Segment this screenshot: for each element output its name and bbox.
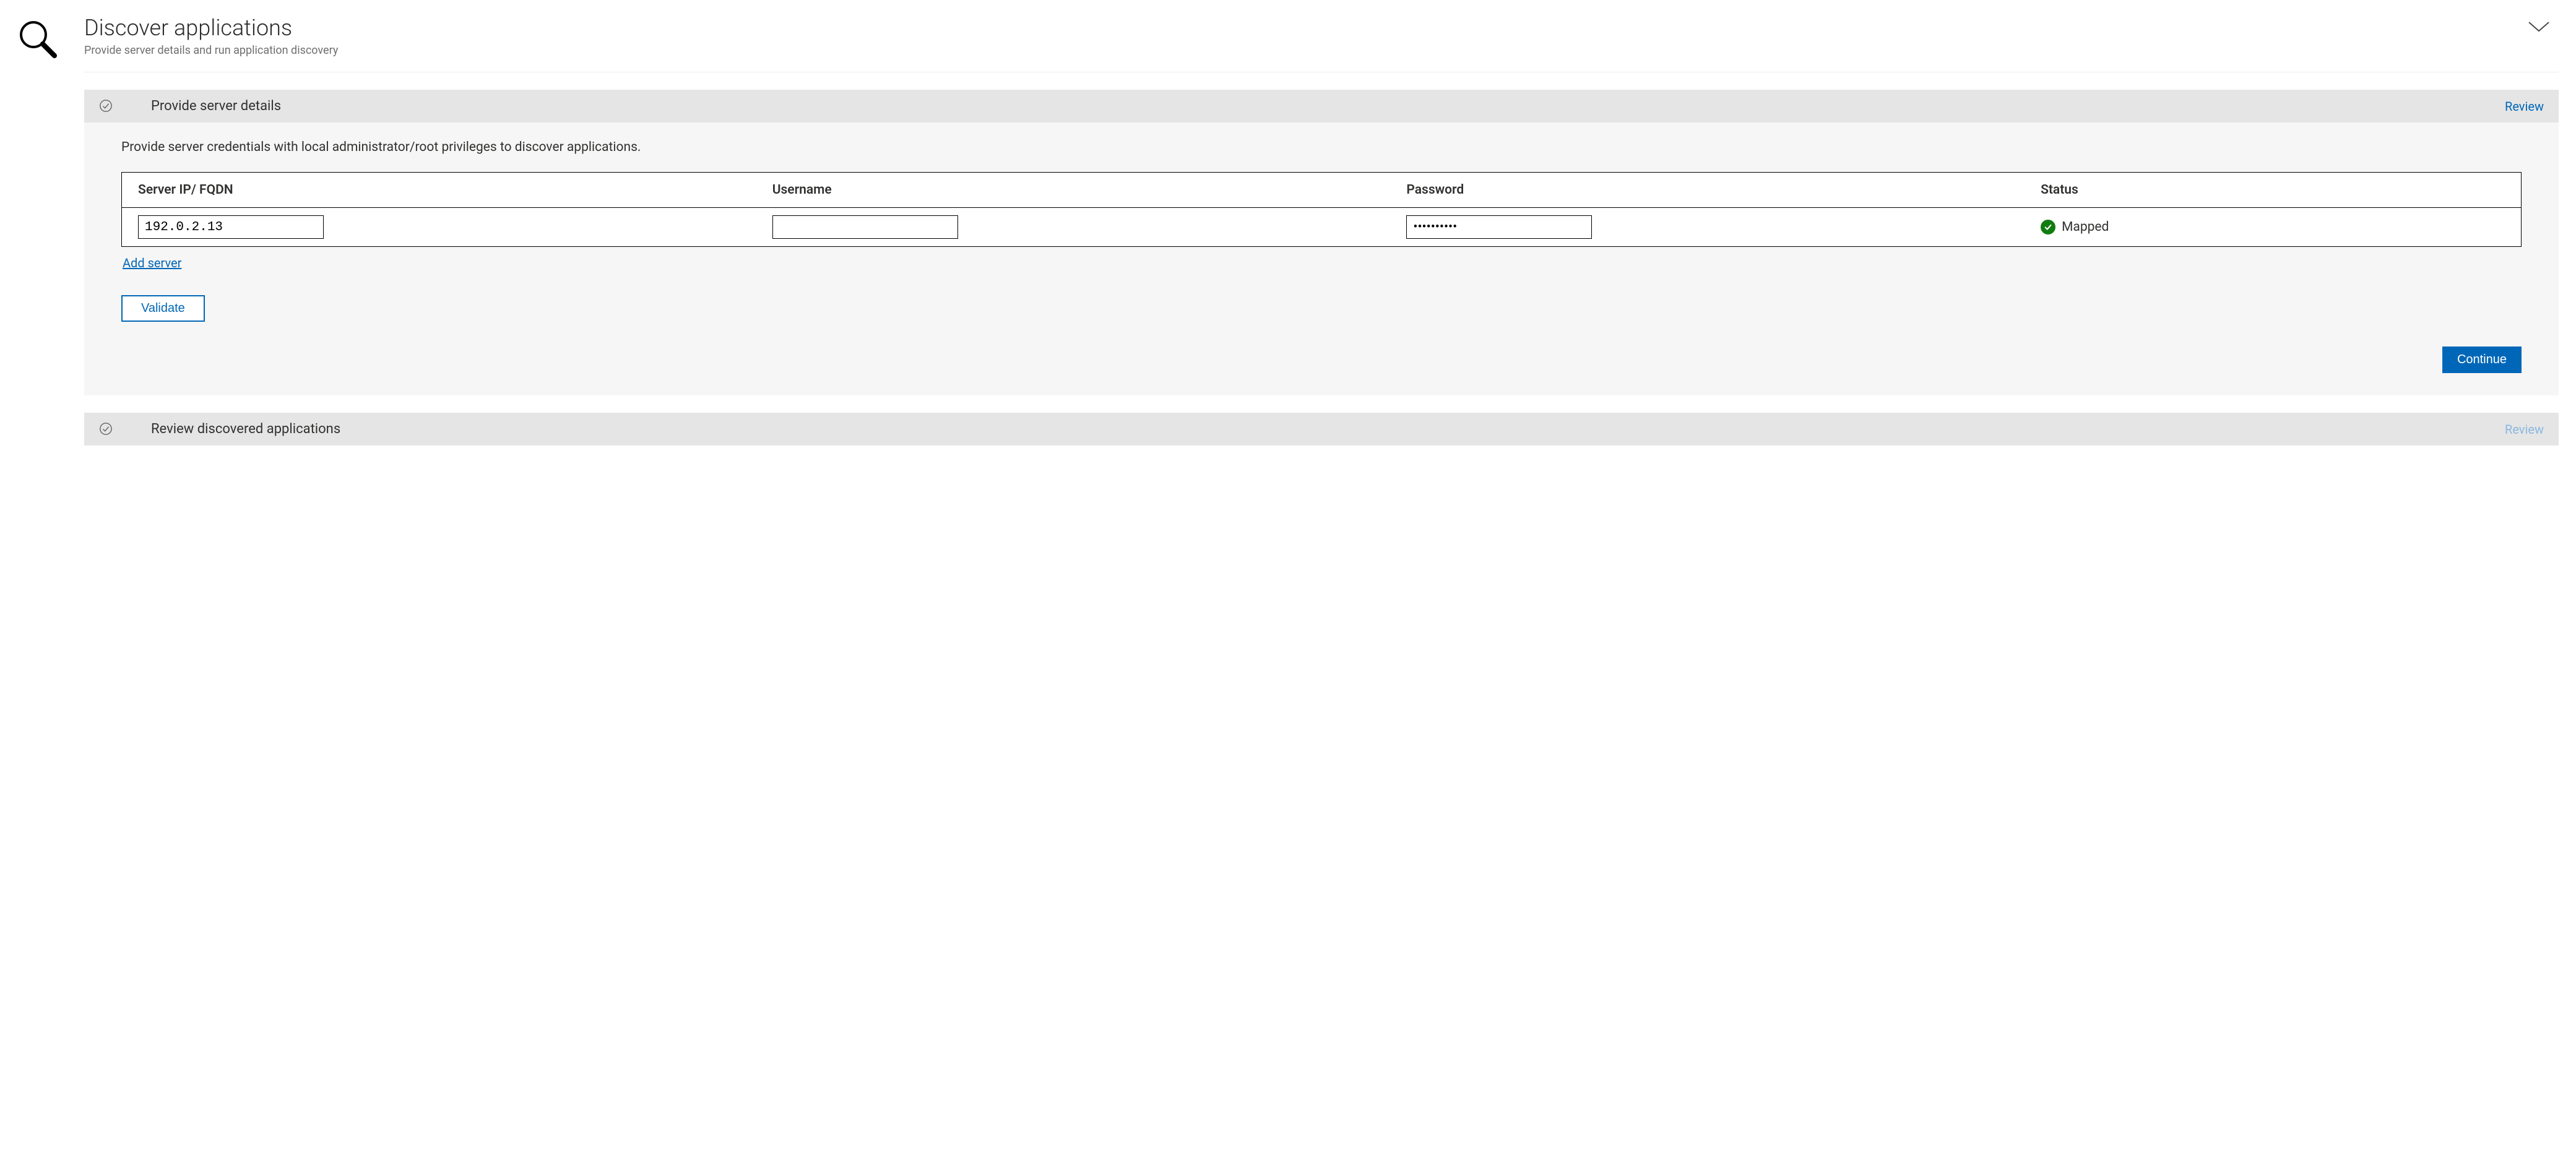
status-text: Mapped xyxy=(2062,220,2109,235)
step2-review-link[interactable]: Review xyxy=(2505,422,2544,437)
step2-header: Review discovered applications Review xyxy=(84,413,2559,445)
add-server-link[interactable]: Add server xyxy=(123,256,181,270)
status-cell: Mapped xyxy=(2041,220,2109,235)
table-row: Mapped xyxy=(122,208,2521,246)
server-ip-input[interactable] xyxy=(138,215,324,239)
col-header-server: Server IP/ FQDN xyxy=(122,173,756,207)
page-title: Discover applications xyxy=(84,15,2559,41)
col-header-password: Password xyxy=(1390,173,2025,207)
check-circle-icon xyxy=(99,99,114,114)
password-input[interactable] xyxy=(1406,215,1592,239)
step1-title: Provide server details xyxy=(151,98,2468,114)
step1-instruction: Provide server credentials with local ad… xyxy=(121,140,2522,155)
continue-button[interactable]: Continue xyxy=(2442,346,2522,373)
step1-body: Provide server credentials with local ad… xyxy=(84,123,2559,395)
collapse-chevron-icon[interactable] xyxy=(2526,19,2551,37)
check-circle-icon xyxy=(99,422,114,437)
col-header-status: Status xyxy=(2025,173,2521,207)
page-subtitle: Provide server details and run applicati… xyxy=(84,44,2559,57)
step2-title: Review discovered applications xyxy=(151,421,2468,437)
step1-header: Provide server details Review xyxy=(84,90,2559,123)
step1-review-link[interactable]: Review xyxy=(2505,99,2544,114)
search-icon xyxy=(17,46,57,61)
server-table: Server IP/ FQDN Username Password Status xyxy=(121,172,2522,247)
username-input[interactable] xyxy=(772,215,958,239)
status-success-icon xyxy=(2041,220,2055,235)
validate-button[interactable]: Validate xyxy=(121,295,205,322)
col-header-username: Username xyxy=(756,173,1391,207)
